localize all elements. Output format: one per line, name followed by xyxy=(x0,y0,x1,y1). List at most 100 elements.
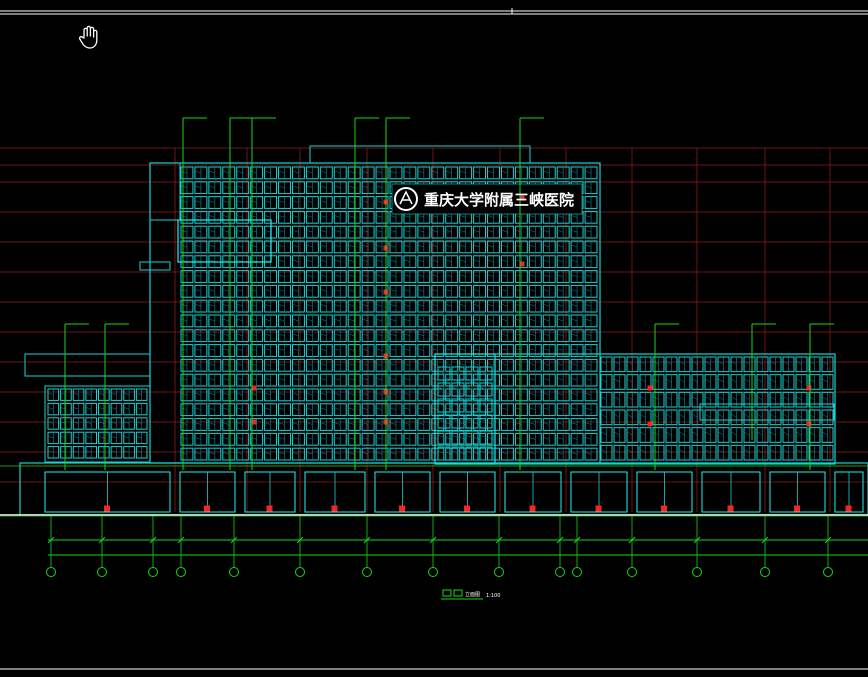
tower-window-open xyxy=(501,378,507,380)
tower-window-open xyxy=(209,304,215,306)
tower-window-open xyxy=(209,245,215,247)
left-window-open xyxy=(99,393,104,395)
tower-window-open xyxy=(460,289,466,291)
tower-window-open xyxy=(306,393,312,395)
tower-window-open xyxy=(181,201,187,203)
right-window-open xyxy=(770,396,776,399)
tower-window-open xyxy=(279,334,285,336)
right-window-open xyxy=(679,414,685,417)
tower-window-open xyxy=(223,437,229,439)
tower-window-open xyxy=(543,304,549,306)
tower-window-open xyxy=(418,349,424,351)
tower-window-open xyxy=(279,260,285,262)
tower-window-open xyxy=(474,230,480,232)
tower-window-open xyxy=(265,378,271,380)
tower-window-open xyxy=(181,245,187,247)
tower-window-open xyxy=(348,437,354,439)
red-marker xyxy=(520,262,524,266)
tower-window-open xyxy=(292,171,298,173)
tower-window-open xyxy=(348,275,354,277)
tower-window-open xyxy=(195,363,201,365)
tower-window-open xyxy=(571,289,577,291)
elevation-drawing[interactable]: 重庆大学附属三峡医院 立面图 1:100 xyxy=(0,0,868,673)
tower-window-open xyxy=(460,423,466,425)
left-window-open xyxy=(48,436,53,438)
tower-window-open xyxy=(237,423,243,425)
right-window-open xyxy=(653,379,659,382)
tower-window-open xyxy=(529,423,535,425)
tower-window-open xyxy=(181,378,187,380)
drawing-title: 立面图 1:100 xyxy=(441,590,500,599)
tower-window-open xyxy=(529,260,535,262)
right-window-open xyxy=(770,414,776,417)
right-window-open xyxy=(601,379,607,382)
tower-window-open xyxy=(237,304,243,306)
right-window-open xyxy=(783,379,789,382)
tower-window-open xyxy=(279,230,285,232)
tower-window-open xyxy=(446,393,452,395)
tower-window-open xyxy=(209,201,215,203)
tower-window-open xyxy=(557,349,563,351)
tower-window-open xyxy=(501,171,507,173)
tower-window-open xyxy=(334,378,340,380)
tower-window-open xyxy=(571,378,577,380)
tower-window-open xyxy=(460,260,466,262)
tower-window-open xyxy=(404,275,410,277)
tower-window-open xyxy=(306,275,312,277)
tower-window-open xyxy=(279,275,285,277)
tower-window-open xyxy=(543,408,549,410)
hand-pan-icon[interactable] xyxy=(76,24,102,50)
tower-window-open xyxy=(181,275,187,277)
tower-window-open xyxy=(529,275,535,277)
right-window-open xyxy=(731,379,737,382)
tower-window-open xyxy=(237,245,243,247)
entrance-marker xyxy=(400,506,405,511)
tower-window-open xyxy=(529,245,535,247)
tower-window-open xyxy=(557,289,563,291)
tower-window-open xyxy=(571,275,577,277)
tower-window-open xyxy=(418,437,424,439)
tower-window-open xyxy=(501,245,507,247)
tower-window-open xyxy=(334,393,340,395)
tower-window-open xyxy=(446,423,452,425)
tower-window-open xyxy=(279,423,285,425)
tower-window-open xyxy=(334,334,340,336)
tower-window-open xyxy=(195,437,201,439)
tower-window-open xyxy=(348,245,354,247)
tower-window-open xyxy=(543,452,549,454)
tower-window-open xyxy=(557,215,563,217)
cad-viewport[interactable]: 重庆大学附属三峡医院 立面图 1:100 xyxy=(0,0,868,673)
axis-bubble xyxy=(429,568,438,577)
tower-window-open xyxy=(348,334,354,336)
right-window-open xyxy=(822,396,828,399)
lobby-window-open xyxy=(452,419,458,422)
left-window-open xyxy=(86,407,91,409)
tower-window-open xyxy=(334,304,340,306)
tower-window-open xyxy=(348,230,354,232)
tower-window-open xyxy=(557,393,563,395)
tower-window-open xyxy=(265,423,271,425)
tower-window-open xyxy=(557,245,563,247)
tower-window-open xyxy=(390,378,396,380)
right-window-open xyxy=(731,414,737,417)
tower-window-open xyxy=(376,393,382,395)
tower-window-open xyxy=(571,260,577,262)
tower-window-open xyxy=(320,378,326,380)
tower-window-open xyxy=(501,275,507,277)
right-window-open xyxy=(783,361,789,364)
tower-window-open xyxy=(488,289,494,291)
tower-window-open xyxy=(585,408,591,410)
tower-window-open xyxy=(460,452,466,454)
tower-window-open xyxy=(181,304,187,306)
title-scale: 1:100 xyxy=(486,593,500,599)
axis-bubble xyxy=(363,568,372,577)
right-window-open xyxy=(666,396,672,399)
tower-window-open xyxy=(418,215,424,217)
tower-window-open xyxy=(571,452,577,454)
tower-window-open xyxy=(320,304,326,306)
tower-window-open xyxy=(181,319,187,321)
tower-window-open xyxy=(223,334,229,336)
tower-window-open xyxy=(501,437,507,439)
tower-window-open xyxy=(529,378,535,380)
tower-window-open xyxy=(209,319,215,321)
